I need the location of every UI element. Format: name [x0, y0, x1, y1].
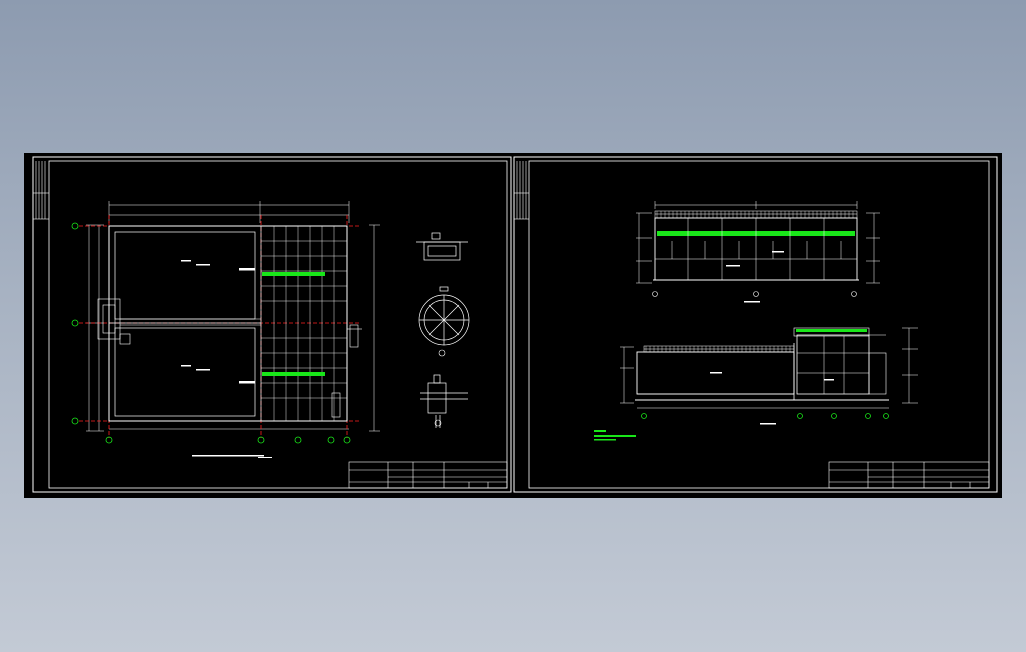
binding-strip-2: [514, 161, 529, 220]
plan-caption: [192, 455, 272, 458]
cross-section: [620, 327, 918, 425]
sheet-1: [32, 156, 512, 493]
longitudinal-section: [636, 201, 880, 303]
cad-drawing-viewport[interactable]: [24, 153, 1002, 498]
room-label-marks: [181, 260, 255, 384]
green-annotation-note: [594, 430, 636, 441]
title-block-sheet2: [828, 461, 990, 489]
green-highlight-bands: [262, 272, 325, 376]
filter-grid: [261, 226, 347, 421]
cad-drawing-canvas[interactable]: [24, 153, 1002, 498]
section-detail: [416, 232, 468, 261]
title-block-sheet1: [348, 461, 508, 489]
circular-manhole-detail: [418, 286, 470, 346]
plan-dimension-lines: [86, 201, 380, 432]
binding-strip: [33, 161, 49, 220]
tank-walls: [108, 225, 348, 422]
axis-grid: [79, 215, 359, 438]
inlet-pipe: [97, 298, 261, 345]
sheet-2: [513, 156, 998, 493]
pipe-fitting-detail: [420, 374, 468, 428]
circle-detail-icon: [438, 349, 446, 357]
